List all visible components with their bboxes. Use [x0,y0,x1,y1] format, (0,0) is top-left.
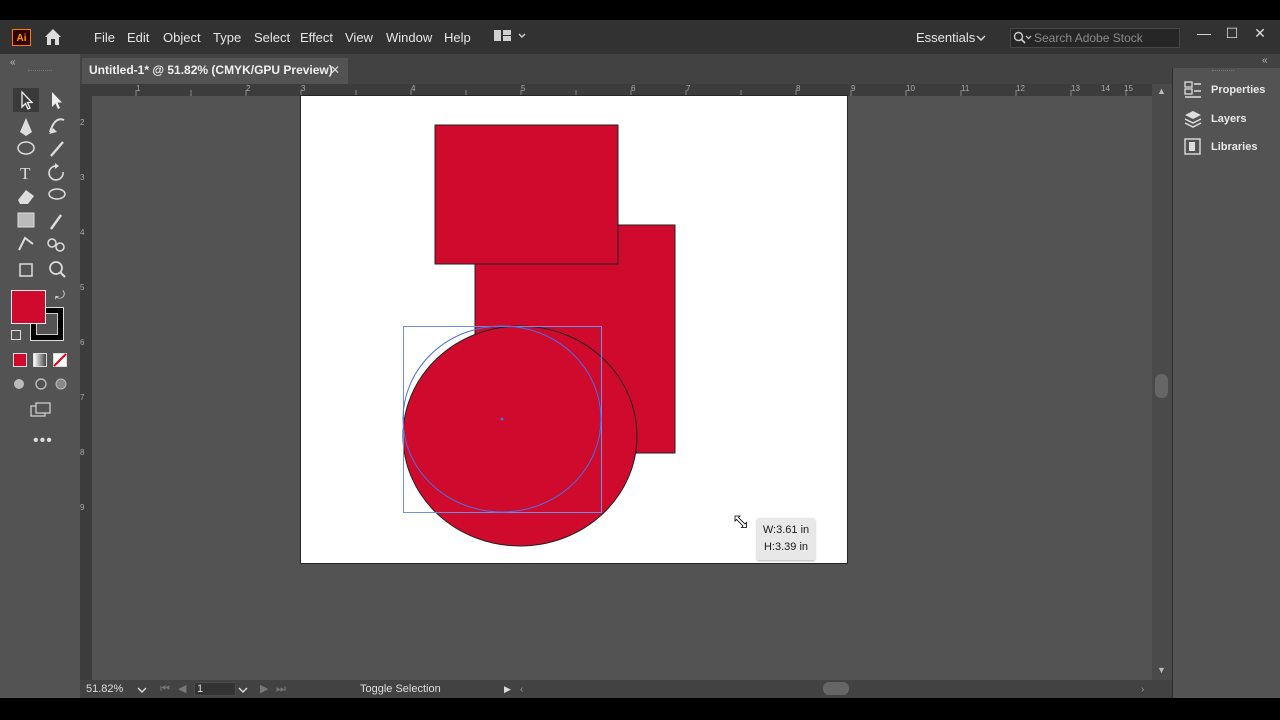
libraries-icon [1184,138,1201,155]
scroll-right-icon[interactable]: › [1141,680,1144,698]
first-artboard-icon[interactable]: ⏮ [160,680,170,698]
scroll-up-icon[interactable]: ▲ [1157,86,1166,96]
expand-panels-icon[interactable]: « [1262,55,1268,66]
artboard-dropdown-icon[interactable] [238,686,248,694]
previous-artboard-icon[interactable]: ◀ [178,680,186,698]
tooltip-height: H:3.39 in [763,541,809,553]
vertical-scroll-thumb[interactable] [1155,374,1168,398]
panel-libraries-label: Libraries [1211,141,1258,153]
artboard-number: 1 [197,683,204,695]
panel-layers-label: Layers [1211,113,1247,125]
panel-properties-label: Properties [1211,84,1266,96]
last-artboard-icon[interactable]: ⏭ [276,680,286,698]
artwork [402,124,747,547]
zoom-dropdown-icon[interactable] [137,686,147,694]
dimension-tooltip: W:3.61 in H:3.39 in [757,518,815,560]
layers-icon [1184,111,1202,128]
rectangle-front [434,124,619,265]
horizontal-scroll-thumb[interactable] [823,682,849,695]
resize-cursor-icon [734,515,747,528]
scroll-left-icon[interactable]: ‹ [520,680,523,698]
properties-icon [1184,81,1201,98]
center-point [500,417,504,421]
next-artboard-icon[interactable]: ▶ [260,680,268,698]
status-menu-icon[interactable]: ▶ [504,680,511,698]
panel-grip[interactable] [1212,70,1234,73]
zoom-level[interactable]: 51.82% [86,680,123,698]
status-message: Toggle Selection [360,683,441,695]
scroll-down-icon[interactable]: ▼ [1157,665,1166,675]
tooltip-width: W:3.61 in [762,524,810,536]
